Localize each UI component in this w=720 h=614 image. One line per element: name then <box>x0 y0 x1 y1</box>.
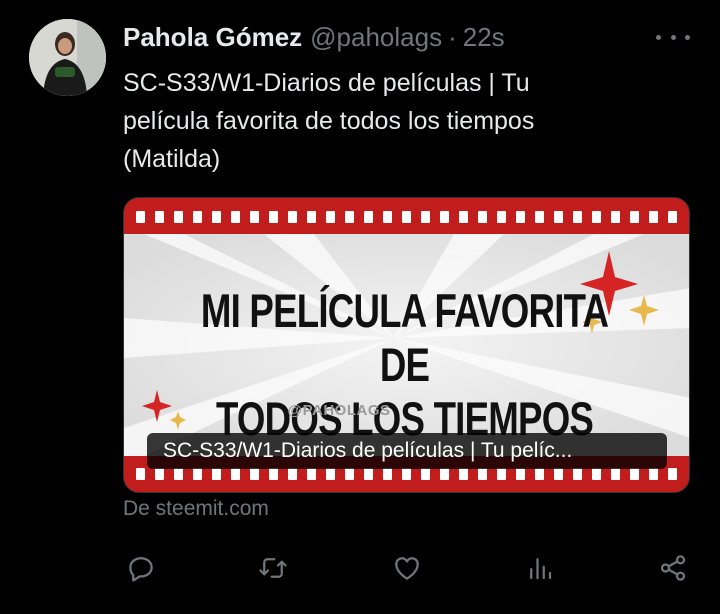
heart-icon[interactable] <box>389 550 425 586</box>
action-bar <box>0 550 720 586</box>
share-icon[interactable] <box>655 550 691 586</box>
card-headline: MI PELÍCULA FAVORITA DE TODOS LOS TIEMPO… <box>183 284 625 446</box>
author-name[interactable]: Pahola Gómez <box>123 22 302 53</box>
card-headline-line: MI PELÍCULA FAVORITA DE <box>200 284 609 391</box>
link-card[interactable]: MI PELÍCULA FAVORITA DE TODOS LOS TIEMPO… <box>123 197 690 493</box>
avatar[interactable] <box>29 19 106 96</box>
tweet-text-line: película favorita de todos los tiempos <box>123 107 535 135</box>
more-icon[interactable] <box>656 26 690 48</box>
card-tagline: @PAHOLAGS <box>287 402 391 419</box>
tweet-time[interactable]: 22s <box>463 22 505 53</box>
tweet-text-line: (Matilda) <box>123 145 221 173</box>
tweet[interactable]: Pahola Gómez @paholags · 22s SC-S33/W1-D… <box>0 0 720 614</box>
views-icon[interactable] <box>522 550 558 586</box>
separator-dot: · <box>448 22 457 52</box>
tweet-text-line: SC-S33/W1-Diarios de películas | Tu <box>123 69 530 97</box>
retweet-icon[interactable] <box>255 550 291 586</box>
reply-icon[interactable] <box>123 550 159 586</box>
tweet-text: SC-S33/W1-Diarios de películas | Tu pelí… <box>123 64 683 178</box>
card-source[interactable]: De steemit.com <box>123 497 269 521</box>
card-title-overlay[interactable]: SC-S33/W1-Diarios de películas | Tu pelí… <box>147 433 667 469</box>
author-handle[interactable]: @paholags <box>310 22 442 53</box>
tweet-header: Pahola Gómez @paholags · 22s <box>123 22 505 56</box>
avatar-image <box>29 19 106 96</box>
